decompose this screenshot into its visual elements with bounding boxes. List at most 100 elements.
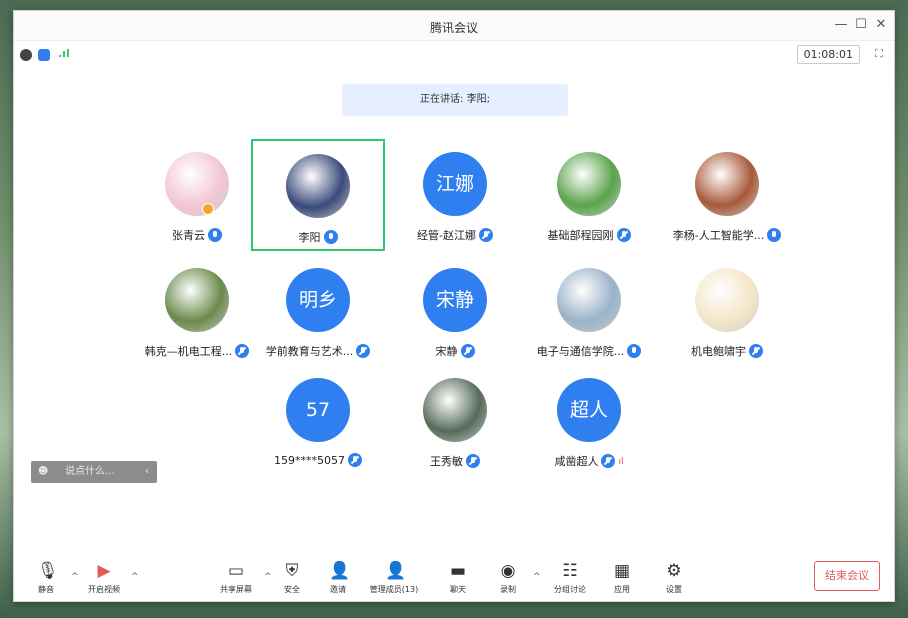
avatar: [286, 154, 350, 218]
share-screen-button[interactable]: ▭ 共享屏幕: [208, 562, 264, 595]
participant-name: 张青云: [172, 229, 205, 242]
title-bar: 腾讯会议 — ☐ ✕: [14, 11, 894, 41]
record-icon: ◉: [500, 561, 516, 581]
meeting-timer: 01:08:01: [796, 45, 860, 64]
window-title: 腾讯会议: [429, 21, 478, 35]
chat-bubble-icon: ▬: [449, 561, 467, 581]
status-bar: .ıl 01:08:01 ⛶: [14, 41, 894, 69]
invite-user-icon: 👤: [329, 561, 351, 581]
mic-muted-icon: [348, 453, 362, 467]
participant-name-row: 咸凿超人 ıl: [502, 453, 676, 469]
record-options-chevron-icon[interactable]: ^: [533, 572, 541, 582]
apps-button[interactable]: ▦ 应用: [594, 562, 650, 595]
chat-button[interactable]: ▬ 聊天: [430, 562, 486, 595]
mute-button[interactable]: 🎙 静音: [18, 562, 74, 595]
breakout-button[interactable]: ☷ 分组讨论: [542, 562, 598, 595]
avatar: [557, 268, 621, 332]
security-label: 安全: [284, 585, 300, 594]
participant-name: 李阳: [298, 231, 321, 244]
signal-strength-icon[interactable]: .ıl: [58, 47, 70, 60]
apps-grid-icon: ▦: [613, 561, 631, 581]
record-button[interactable]: ◉ 录制: [480, 562, 536, 595]
video-button[interactable]: ▶ 开启视频: [76, 562, 132, 595]
avatar: [695, 152, 759, 216]
participant-tile[interactable]: 韩克—机电工程...: [130, 255, 264, 367]
avatar: [423, 378, 487, 442]
settings-button[interactable]: ⚙ 设置: [646, 562, 702, 595]
mic-muted-icon: [466, 454, 480, 468]
security-shield-icon: ⛨: [285, 561, 299, 581]
video-options-chevron-icon[interactable]: ^: [131, 572, 139, 582]
participant-name: 李杨-人工智能学...: [672, 229, 765, 242]
mic-muted-icon: [460, 344, 475, 358]
participant-name: 韩克—机电工程...: [144, 345, 233, 358]
settings-label: 设置: [666, 585, 682, 594]
fullscreen-icon[interactable]: ⛶: [872, 47, 886, 61]
gear-icon: ⚙: [666, 561, 682, 581]
avatar: 明乡: [286, 268, 350, 332]
participant-tile[interactable]: 李杨-人工智能学...: [660, 139, 794, 251]
microphone-icon: [208, 228, 222, 242]
breakout-label: 分组讨论: [554, 585, 586, 594]
participant-name: 咸凿超人: [554, 455, 599, 468]
manage-members-button[interactable]: 👤 管理成员(13): [366, 562, 422, 595]
avatar: 57: [286, 378, 350, 442]
mute-label: 静音: [38, 585, 54, 594]
participant-tile[interactable]: 机电鲍啸宇: [660, 255, 794, 367]
participant-name: 基础部程园刚: [547, 229, 614, 242]
participant-tile[interactable]: 超人咸凿超人 ıl: [522, 365, 656, 477]
chat-label: 聊天: [450, 585, 466, 594]
participant-tile[interactable]: 李阳: [251, 139, 385, 251]
microphone-icon: [323, 230, 338, 244]
share-screen-icon: ▭: [227, 561, 245, 581]
avatar: [557, 152, 621, 216]
manage-label: 管理成员(13): [369, 585, 419, 594]
participant-name: 经管-赵江娜: [417, 229, 476, 242]
participant-name: 王秀敏: [430, 455, 463, 468]
invite-label: 邀请: [330, 585, 346, 594]
avatar: 江娜: [423, 152, 487, 216]
participant-name-row: 机电鲍啸宇: [640, 343, 814, 359]
participant-tile[interactable]: 基础部程园刚: [522, 139, 656, 251]
participant-tile[interactable]: 电子与通信学院...: [522, 255, 656, 367]
participant-name: 电子与通信学院...: [536, 345, 625, 358]
mic-muted-icon: [616, 228, 631, 242]
participant-tile[interactable]: 明乡学前教育与艺术...: [251, 255, 385, 367]
invite-button[interactable]: 👤 邀请: [310, 562, 366, 595]
close-icon[interactable]: ✕: [872, 17, 890, 32]
collapse-chevron-icon[interactable]: ‹: [145, 461, 149, 483]
participant-name: 159****5057: [274, 454, 345, 467]
apps-label: 应用: [614, 585, 630, 594]
participant-name: 宋静: [435, 345, 458, 358]
maximize-icon[interactable]: ☐: [852, 17, 870, 32]
share-label: 共享屏幕: [220, 585, 252, 594]
participant-name: 机电鲍啸宇: [691, 345, 746, 358]
mic-muted-icon: [601, 454, 616, 468]
host-badge-icon: [202, 203, 214, 215]
mic-muted-icon: [478, 228, 493, 242]
speaking-indicator: 正在讲话: 李阳;: [342, 84, 568, 116]
info-icon[interactable]: [20, 49, 32, 61]
record-label: 录制: [500, 585, 516, 594]
avatar: 宋静: [423, 268, 487, 332]
mic-muted-icon: [749, 344, 763, 358]
avatar: 超人: [557, 378, 621, 442]
meeting-window: 腾讯会议 — ☐ ✕ .ıl 01:08:01 ⛶ 正在讲话: 李阳; 张青云 李…: [13, 10, 895, 602]
participant-tile[interactable]: 57 159****5057: [251, 365, 385, 477]
participant-name-row: 李杨-人工智能学...: [640, 227, 814, 243]
emoji-icon[interactable]: ☻: [38, 461, 48, 483]
meeting-toolbar: 🎙 静音 ^ ▶ 开启视频 ^ ▭ 共享屏幕 ^ ⛨ 安全 👤 邀请 👤 管理成…: [14, 553, 894, 601]
avatar: [695, 268, 759, 332]
breakout-rooms-icon: ☷: [562, 561, 578, 581]
microphone-icon: [767, 228, 782, 242]
shield-icon[interactable]: [38, 49, 50, 61]
chat-input-bar[interactable]: ☻ 说点什么... ‹: [31, 461, 157, 483]
members-icon: 👤: [385, 561, 407, 581]
microphone-icon: 🎙: [37, 561, 59, 581]
video-label: 开启视频: [88, 585, 120, 594]
weak-signal-icon: ıl: [618, 457, 624, 467]
chat-placeholder: 说点什么...: [65, 466, 115, 477]
end-meeting-button[interactable]: 结束会议: [814, 561, 880, 591]
minimize-icon[interactable]: —: [832, 17, 850, 32]
participant-name: 学前教育与艺术...: [265, 345, 354, 358]
